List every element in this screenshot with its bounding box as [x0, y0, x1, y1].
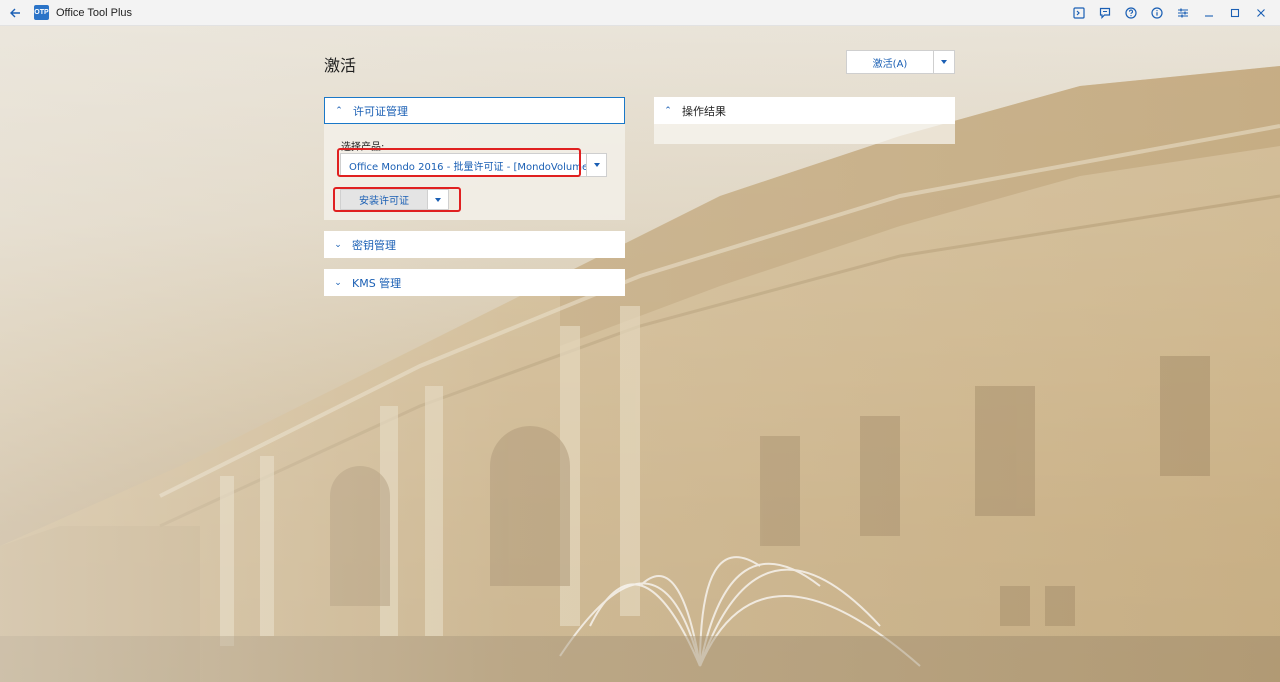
chevron-down-icon: ⌄ — [334, 277, 342, 288]
background-image — [0, 26, 1280, 682]
info-icon[interactable] — [1144, 0, 1170, 26]
activate-split-button: 激活(A) — [846, 50, 955, 74]
page-title: 激活 — [324, 56, 357, 75]
highlight-box-product — [337, 148, 581, 177]
chevron-up-icon: ⌃ — [335, 105, 343, 116]
app-logo: OTP — [34, 5, 49, 20]
minimize-icon[interactable] — [1196, 0, 1222, 26]
result-panel-body — [654, 124, 955, 144]
license-panel-header[interactable]: ⌃ 许可证管理 — [324, 97, 625, 124]
chevron-down-icon: ⌄ — [334, 239, 342, 250]
app-title: Office Tool Plus — [56, 6, 133, 19]
key-panel-title: 密钥管理 — [352, 238, 396, 252]
settings-sliders-icon[interactable] — [1170, 0, 1196, 26]
kms-panel-title: KMS 管理 — [352, 276, 402, 290]
activate-dropdown-button[interactable] — [934, 50, 955, 74]
maximize-icon[interactable] — [1222, 0, 1248, 26]
product-select-dropdown[interactable] — [586, 154, 606, 176]
highlight-box-install — [333, 187, 461, 212]
result-panel-header[interactable]: ⌃ 操作结果 — [654, 97, 955, 124]
close-icon[interactable] — [1248, 0, 1274, 26]
title-bar: OTP Office Tool Plus — [0, 0, 1280, 26]
terminal-icon[interactable] — [1066, 0, 1092, 26]
feedback-icon[interactable] — [1092, 0, 1118, 26]
result-panel-title: 操作结果 — [682, 104, 726, 118]
kms-panel-header[interactable]: ⌄ KMS 管理 — [324, 269, 625, 296]
help-icon[interactable] — [1118, 0, 1144, 26]
activate-button[interactable]: 激活(A) — [846, 50, 934, 74]
chevron-up-icon: ⌃ — [664, 105, 672, 116]
chevron-down-icon — [593, 163, 600, 167]
key-panel-header[interactable]: ⌄ 密钥管理 — [324, 231, 625, 258]
chevron-down-icon — [941, 60, 947, 64]
license-panel-title: 许可证管理 — [353, 104, 408, 118]
back-arrow-icon[interactable] — [2, 0, 28, 26]
